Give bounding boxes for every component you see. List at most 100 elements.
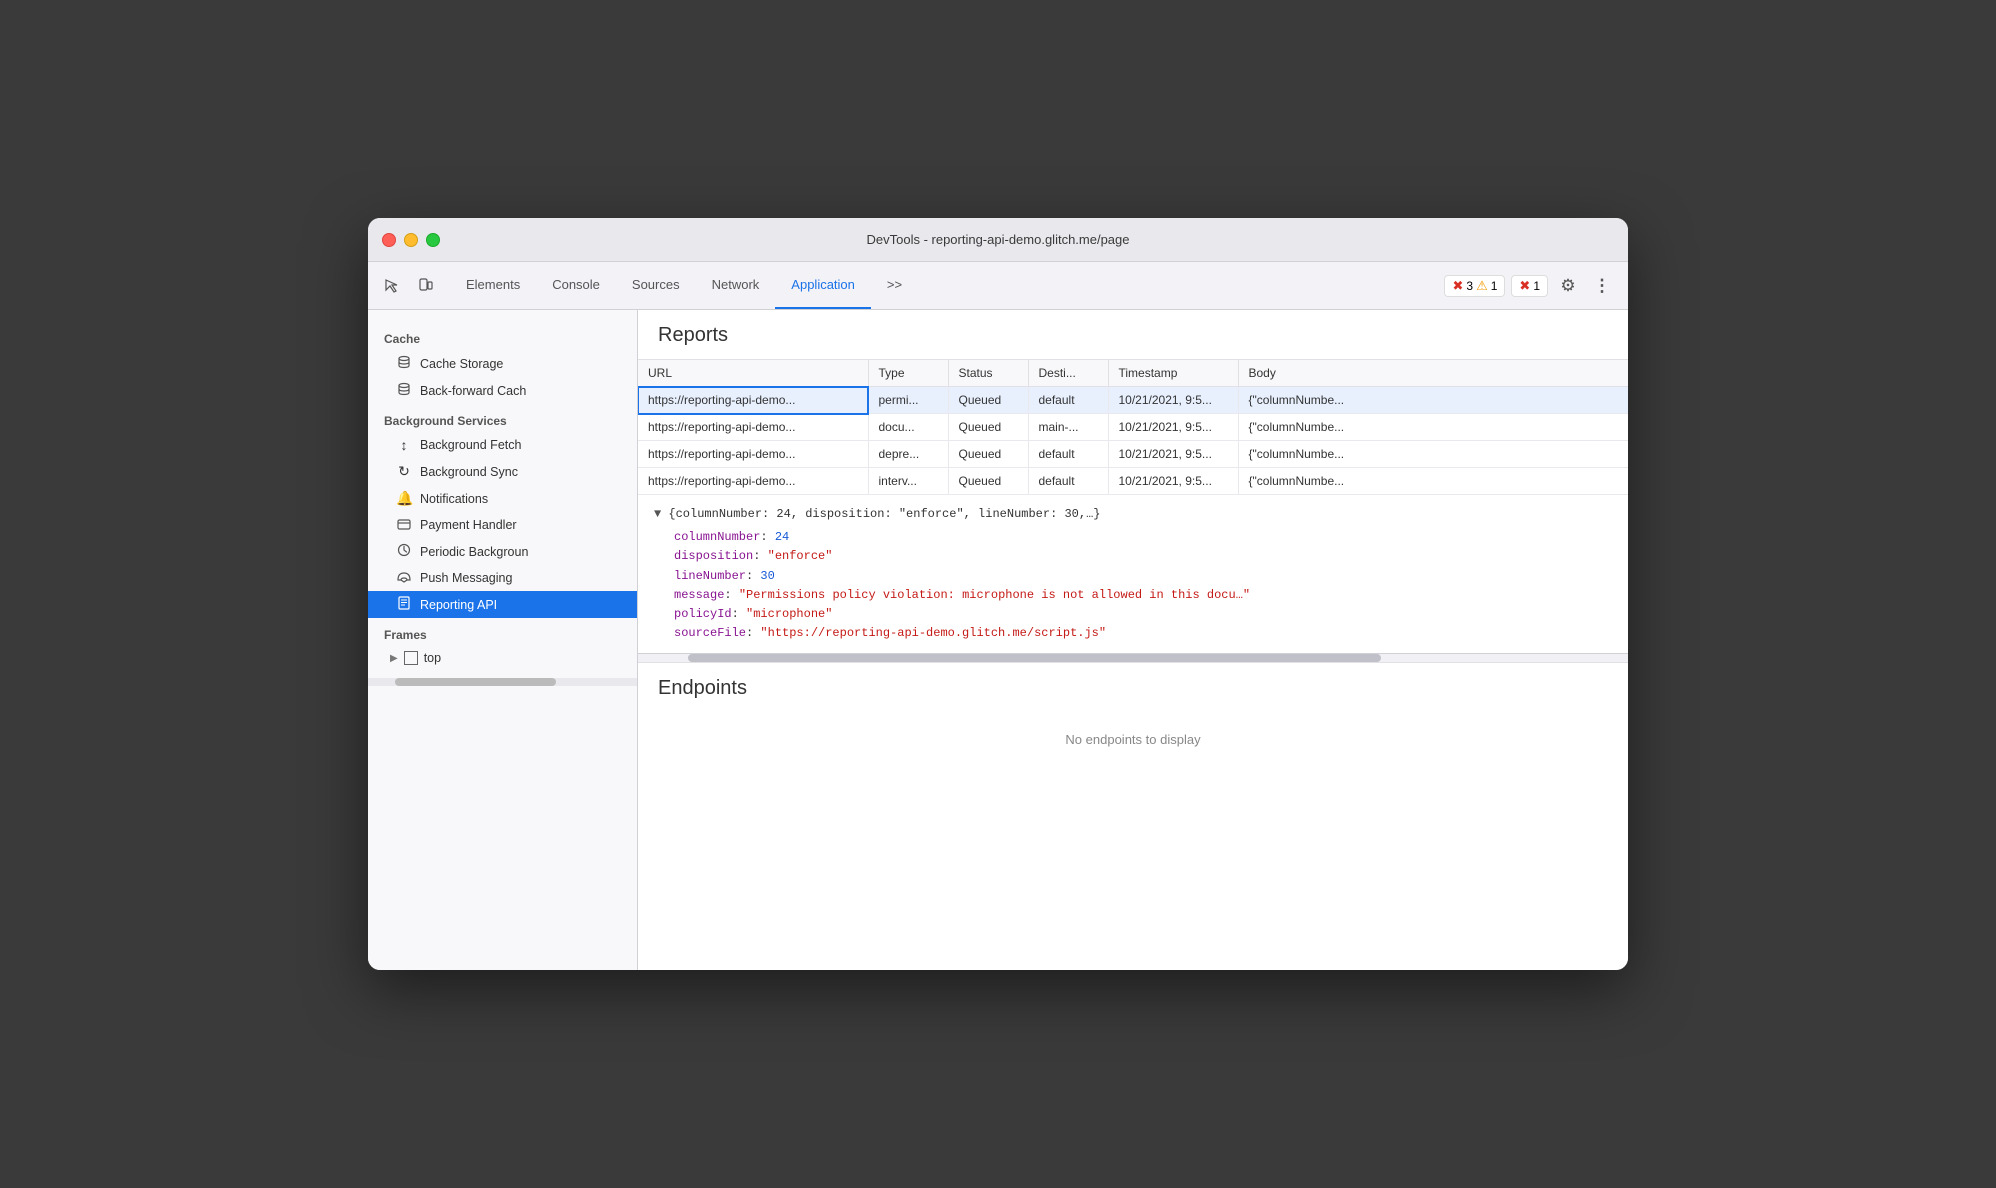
sidebar-item-background-fetch[interactable]: ↕ Background Fetch <box>368 432 637 458</box>
sidebar-item-background-sync[interactable]: ↻ Background Sync <box>368 458 637 485</box>
errors-badge[interactable]: ✖ 3 ⚠ 1 <box>1444 275 1505 297</box>
maximize-button[interactable] <box>426 233 440 247</box>
prop-key: lineNumber <box>674 569 746 583</box>
tab-list: Elements Console Sources Network Applica… <box>450 262 1432 309</box>
expand-triangle[interactable]: ▼ <box>654 507 661 521</box>
row-1-col-3: main-... <box>1028 414 1108 441</box>
table-row[interactable]: https://reporting-api-demo...permi...Que… <box>638 387 1628 414</box>
cache-storage-icon <box>396 355 412 372</box>
background-sync-icon: ↻ <box>396 463 412 480</box>
prop-colon: : <box>746 626 760 640</box>
tab-more[interactable]: >> <box>871 262 918 309</box>
table-row[interactable]: https://reporting-api-demo...interv...Qu… <box>638 468 1628 495</box>
row-0-col-1: permi... <box>868 387 948 414</box>
expanded-prop-line: disposition: "enforce" <box>654 547 1612 566</box>
prop-key: policyId <box>674 607 732 621</box>
warnings-count: 1 <box>1491 279 1498 293</box>
others-badge[interactable]: ✖ 1 <box>1511 275 1548 297</box>
more-options-icon[interactable]: ⋮ <box>1588 272 1616 300</box>
row-2-col-5: {"columnNumbe... <box>1238 441 1628 468</box>
expanded-prop-line: columnNumber: 24 <box>654 528 1612 547</box>
others-count: 1 <box>1533 279 1540 293</box>
no-endpoints-message: No endpoints to display <box>658 712 1608 767</box>
close-button[interactable] <box>382 233 396 247</box>
main-panel: Reports URL Type Status Desti... Timesta… <box>638 310 1628 970</box>
tab-application[interactable]: Application <box>775 262 871 309</box>
toolbar-icon-group <box>368 262 450 309</box>
table-row[interactable]: https://reporting-api-demo...docu...Queu… <box>638 414 1628 441</box>
periodic-background-label: Periodic Backgroun <box>420 545 528 559</box>
row-1-col-4: 10/21/2021, 9:5... <box>1108 414 1238 441</box>
tab-sources[interactable]: Sources <box>616 262 696 309</box>
cache-section-label: Cache <box>368 322 637 350</box>
row-0-col-3: default <box>1028 387 1108 414</box>
row-0-col-2: Queued <box>948 387 1028 414</box>
col-header-timestamp[interactable]: Timestamp <box>1108 360 1238 387</box>
col-header-status[interactable]: Status <box>948 360 1028 387</box>
tab-network[interactable]: Network <box>696 262 776 309</box>
expanded-props: columnNumber: 24disposition: "enforce" li… <box>654 528 1612 643</box>
expanded-prop-line: sourceFile: "https://reporting-api-demo.… <box>654 624 1612 643</box>
background-fetch-label: Background Fetch <box>420 438 521 452</box>
back-forward-icon <box>396 382 412 399</box>
sidebar-item-cache-storage[interactable]: Cache Storage <box>368 350 637 377</box>
col-header-body[interactable]: Body <box>1238 360 1628 387</box>
main-content: Cache Cache Storage <box>368 310 1628 970</box>
row-0-col-4: 10/21/2021, 9:5... <box>1108 387 1238 414</box>
row-3-col-1: interv... <box>868 468 948 495</box>
prop-key: message <box>674 588 724 602</box>
background-sync-label: Background Sync <box>420 465 518 479</box>
sidebar-item-periodic-background[interactable]: Periodic Backgroun <box>368 538 637 565</box>
minimize-button[interactable] <box>404 233 418 247</box>
row-3-col-4: 10/21/2021, 9:5... <box>1108 468 1238 495</box>
devtools-window: DevTools - reporting-api-demo.glitch.me/… <box>368 218 1628 970</box>
reports-table: URL Type Status Desti... Timestamp Body … <box>638 360 1628 495</box>
row-1-col-1: docu... <box>868 414 948 441</box>
table-row[interactable]: https://reporting-api-demo...depre...Que… <box>638 441 1628 468</box>
notifications-icon: 🔔 <box>396 490 412 507</box>
row-3-col-0: https://reporting-api-demo... <box>638 468 868 495</box>
row-1-col-2: Queued <box>948 414 1028 441</box>
scrollbar-thumb <box>688 654 1381 662</box>
back-forward-label: Back-forward Cach <box>420 384 526 398</box>
frame-icon <box>404 651 418 665</box>
tab-elements[interactable]: Elements <box>450 262 536 309</box>
sidebar-item-notifications[interactable]: 🔔 Notifications <box>368 485 637 512</box>
chevron-right-icon: ▶ <box>390 653 398 664</box>
sidebar-item-reporting-api[interactable]: Reporting API <box>368 591 637 618</box>
prop-colon: : <box>760 530 774 544</box>
sidebar-item-back-forward[interactable]: Back-forward Cach <box>368 377 637 404</box>
col-header-type[interactable]: Type <box>868 360 948 387</box>
prop-key: disposition <box>674 549 753 563</box>
col-header-url[interactable]: URL <box>638 360 868 387</box>
device-mode-icon[interactable] <box>412 272 440 300</box>
prop-value: "Permissions policy violation: microphon… <box>739 588 1250 602</box>
reporting-api-label: Reporting API <box>420 598 497 612</box>
endpoints-title: Endpoints <box>658 677 1608 700</box>
inspect-icon[interactable] <box>378 272 406 300</box>
prop-key: sourceFile <box>674 626 746 640</box>
table-header-row: URL Type Status Desti... Timestamp Body <box>638 360 1628 387</box>
tab-console[interactable]: Console <box>536 262 616 309</box>
periodic-background-icon <box>396 543 412 560</box>
top-frame-label: top <box>424 651 441 665</box>
row-2-col-4: 10/21/2021, 9:5... <box>1108 441 1238 468</box>
sidebar-item-push-messaging[interactable]: Push Messaging <box>368 565 637 591</box>
reports-title: Reports <box>638 310 1628 360</box>
prop-value: "https://reporting-api-demo.glitch.me/sc… <box>760 626 1106 640</box>
row-1-col-5: {"columnNumbe... <box>1238 414 1628 441</box>
reports-table-wrapper: URL Type Status Desti... Timestamp Body … <box>638 360 1628 654</box>
prop-colon: : <box>746 569 760 583</box>
row-0-col-5: {"columnNumbe... <box>1238 387 1628 414</box>
sidebar-item-top[interactable]: ▶ top <box>368 646 637 670</box>
row-2-col-3: default <box>1028 441 1108 468</box>
prop-value: "microphone" <box>746 607 832 621</box>
horizontal-scrollbar <box>638 654 1628 662</box>
col-header-destination[interactable]: Desti... <box>1028 360 1108 387</box>
push-messaging-label: Push Messaging <box>420 571 512 585</box>
settings-icon[interactable]: ⚙ <box>1554 272 1582 300</box>
prop-value: 30 <box>760 569 774 583</box>
row-3-col-2: Queued <box>948 468 1028 495</box>
sidebar-item-payment-handler[interactable]: Payment Handler <box>368 512 637 538</box>
row-2-col-1: depre... <box>868 441 948 468</box>
